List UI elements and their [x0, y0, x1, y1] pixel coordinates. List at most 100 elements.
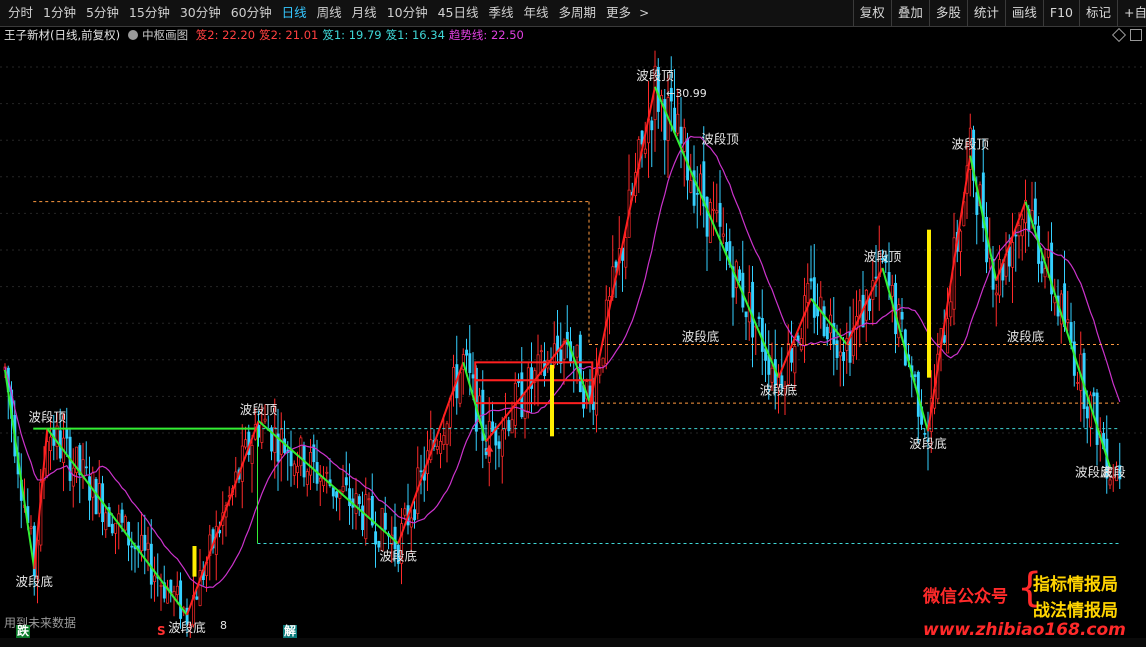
candle-body — [575, 344, 579, 358]
indicator-value-1: 笈2: 21.01 — [259, 28, 319, 42]
candle-body — [114, 522, 118, 534]
candle-body — [1092, 392, 1096, 397]
tab-period-11[interactable]: 季线 — [485, 0, 518, 26]
candle-body — [598, 368, 602, 376]
candle-body — [942, 335, 946, 343]
candle-body — [458, 371, 462, 404]
candle-body — [949, 301, 953, 318]
candle-body — [614, 261, 618, 268]
candle-body — [760, 318, 764, 352]
candle-body — [1108, 479, 1112, 486]
candle-body — [393, 526, 397, 550]
wave-label: 波段顶 — [701, 132, 739, 147]
tab-period-7[interactable]: 周线 — [313, 0, 346, 26]
indicator-value-4: 趋势线: 22.50 — [448, 28, 524, 42]
candle-body — [88, 476, 92, 501]
candle-body — [143, 534, 147, 551]
tool-button-7[interactable]: +自选 — [1117, 0, 1146, 26]
tool-button-0[interactable]: 复权 — [852, 0, 891, 26]
wave-stroke — [995, 201, 1027, 282]
tool-button-6[interactable]: 标记 — [1078, 0, 1117, 26]
expand-icon[interactable] — [1130, 29, 1142, 41]
candle-body — [705, 196, 709, 237]
tool-button-2[interactable]: 多股 — [928, 0, 967, 26]
candle-body — [413, 509, 417, 521]
low-price-label: 8 — [220, 619, 227, 632]
candle-body — [289, 450, 293, 467]
candle-body — [348, 488, 352, 507]
candle-body — [913, 374, 917, 378]
candle-body — [250, 445, 254, 464]
candle-body — [952, 237, 956, 310]
candle-body — [998, 259, 1002, 296]
tab-period-1[interactable]: 1分钟 — [39, 0, 80, 26]
candle-body — [81, 459, 85, 476]
tool-button-3[interactable]: 统计 — [966, 0, 1005, 26]
tab-period-13[interactable]: 多周期 — [555, 0, 601, 26]
wave-stroke — [257, 420, 399, 545]
candle-body — [179, 580, 183, 619]
candle-body — [959, 230, 963, 252]
tab-period-12[interactable]: 年线 — [520, 0, 553, 26]
signal-bar — [550, 364, 554, 437]
stock-title[interactable]: 王子新材(日线,前复权) — [4, 28, 120, 42]
signal-bar — [192, 546, 197, 577]
candle-body — [296, 465, 300, 473]
tab-period-10[interactable]: 45日线 — [434, 0, 483, 26]
wave-label: 波段底 — [379, 548, 417, 563]
candle-body — [91, 472, 95, 498]
candle-body — [809, 278, 813, 282]
tab-period-2[interactable]: 5分钟 — [82, 0, 123, 26]
candle-body — [491, 421, 495, 432]
candle-body — [130, 545, 134, 548]
signal-die: 跌 — [16, 624, 31, 638]
watermark: 微信公众号 { 指标情报局 战法情报局 www.zhibiao168.com — [923, 568, 1138, 640]
signal-jie: 解 — [283, 624, 298, 638]
candle-body — [900, 311, 904, 320]
wave-label: 波段顶 — [28, 410, 66, 425]
candle-body — [682, 127, 686, 152]
tab-period-6[interactable]: 日线 — [278, 0, 311, 26]
indicator-values: 笈2: 22.20 笈2: 21.01 笈1: 19.79 笈1: 16.34 趋势线:… — [196, 28, 528, 42]
candle-body — [806, 283, 810, 303]
tab-period-4[interactable]: 30分钟 — [176, 0, 225, 26]
candle-body — [718, 202, 722, 227]
settings-icon[interactable] — [128, 30, 139, 40]
candle-body — [374, 531, 378, 545]
candle-body — [868, 298, 872, 312]
candle-body — [377, 540, 381, 548]
candle-body — [65, 429, 69, 439]
wave-label: 波段底 — [15, 574, 53, 589]
candle-body — [367, 498, 371, 501]
candlestick-chart[interactable]: 波段顶波段底波段底波段顶波段底波段顶波段顶波段底波段底波段顶波段底波段顶波段底波… — [0, 0, 1146, 647]
candle-body — [757, 316, 761, 320]
period-toolbar: 分时 1分钟 5分钟 15分钟 30分钟 60分钟 日线 周线 月线 10分钟 45日线 季线 年线 多周… — [0, 0, 1146, 27]
candle-body — [331, 487, 335, 497]
candle-body — [812, 277, 816, 318]
candle-body — [994, 292, 998, 296]
candle-body — [663, 99, 667, 141]
candle-body — [104, 512, 108, 531]
wave-label: 波段 — [1101, 464, 1126, 479]
wave-stroke — [485, 338, 569, 443]
tool-button-5[interactable]: F10 — [1042, 0, 1079, 26]
wave-stroke — [186, 420, 260, 616]
candle-body — [159, 585, 163, 587]
tab-period-0[interactable]: 分时 — [4, 0, 37, 26]
tab-period-14[interactable]: 更多 — [602, 0, 635, 26]
chevron-right-icon[interactable]: > — [639, 6, 649, 20]
tool-button-1[interactable]: 叠加 — [890, 0, 929, 26]
tab-period-9[interactable]: 10分钟 — [383, 0, 432, 26]
candle-body — [1043, 268, 1047, 278]
tool-button-4[interactable]: 画线 — [1004, 0, 1043, 26]
tab-period-3[interactable]: 15分钟 — [125, 0, 174, 26]
indicator-name[interactable]: 中枢画图 — [142, 28, 188, 42]
wave-label: 波段底 — [760, 383, 798, 398]
candle-body — [153, 575, 157, 583]
candle-body — [507, 420, 511, 432]
tab-period-8[interactable]: 月线 — [348, 0, 381, 26]
candle-body — [465, 349, 469, 356]
tab-period-5[interactable]: 60分钟 — [227, 0, 276, 26]
wave-stroke — [810, 297, 848, 346]
wave-stroke — [566, 339, 591, 404]
